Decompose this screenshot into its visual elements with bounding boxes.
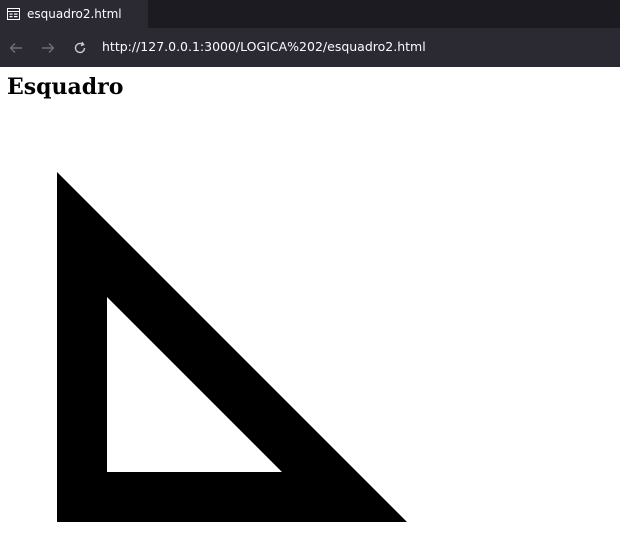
navigation-toolbar: http://127.0.0.1:3000/LOGICA%202/esquadr… [0, 28, 620, 67]
tab-esquadro2[interactable]: esquadro2.html [0, 0, 148, 28]
tab-title: esquadro2.html [27, 7, 122, 21]
set-square-drawing [57, 172, 407, 522]
reload-icon[interactable] [70, 38, 90, 58]
tab-strip: esquadro2.html [0, 0, 620, 28]
page-icon [6, 7, 20, 21]
page-content: Esquadro [0, 67, 620, 551]
forward-arrow-icon[interactable] [38, 38, 58, 58]
url-bar[interactable]: http://127.0.0.1:3000/LOGICA%202/esquadr… [102, 39, 426, 54]
back-arrow-icon[interactable] [6, 38, 26, 58]
